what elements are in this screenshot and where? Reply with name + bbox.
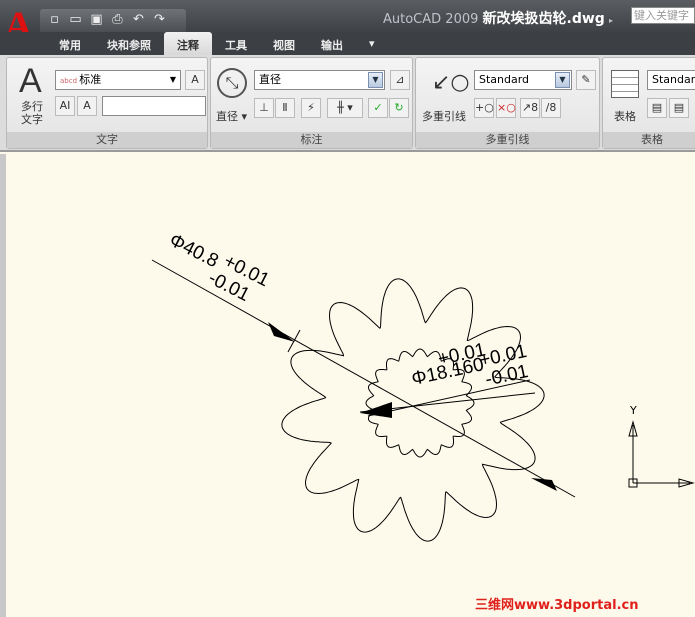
watermark: 三维网www.3dportal.cn <box>475 598 639 613</box>
dim-outer-main[interactable]: Φ40.8 <box>166 230 222 272</box>
arrowhead-icon <box>360 402 392 418</box>
arrowhead-icon <box>268 322 295 342</box>
gear-outer-profile[interactable] <box>281 278 545 542</box>
arrowhead-icon <box>531 478 557 491</box>
ucs-icon <box>628 420 695 488</box>
drawing-geometry: Y Φ40.8 +0.01 -0.01 Φ18.160 +0.01 +0.01 … <box>151 230 695 542</box>
ucs-y-label: Y <box>629 404 637 417</box>
dim-witness-line <box>287 329 301 353</box>
